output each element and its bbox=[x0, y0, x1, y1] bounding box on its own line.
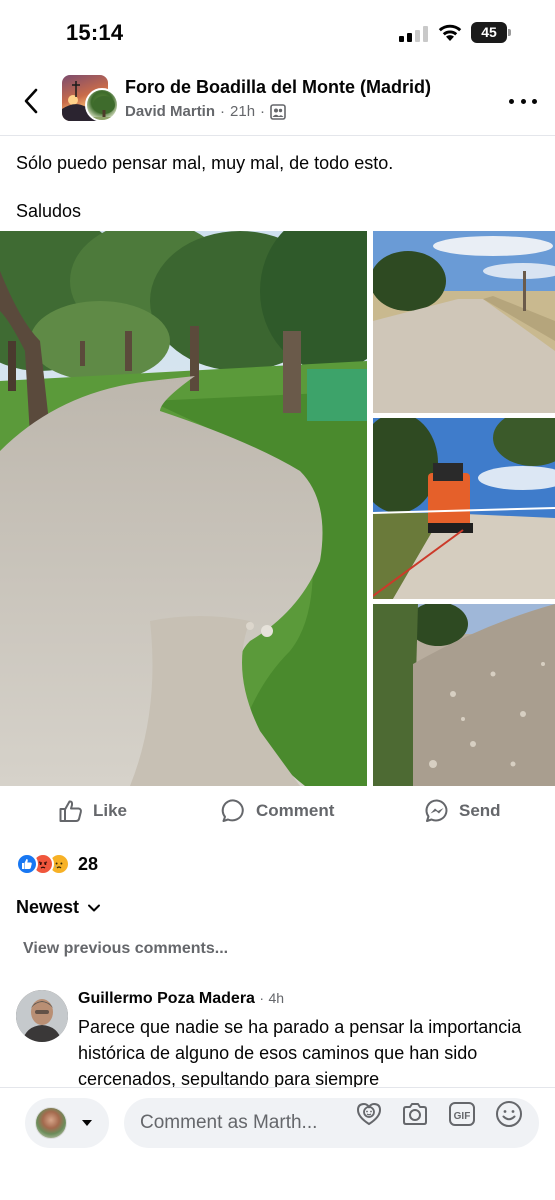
more-options-button[interactable] bbox=[509, 89, 537, 113]
more-horizontal-icon bbox=[509, 98, 514, 104]
like-button[interactable]: Like bbox=[58, 798, 127, 824]
comment-separator: · bbox=[259, 990, 265, 1006]
chevron-down-icon bbox=[88, 904, 101, 911]
post-photo-3[interactable] bbox=[373, 418, 555, 599]
view-previous-comments-link[interactable]: View previous comments... bbox=[23, 940, 228, 958]
messenger-icon bbox=[425, 799, 448, 822]
sort-label: Newest bbox=[16, 897, 80, 917]
comment-composer: Comment as Marth... GIF bbox=[0, 1088, 555, 1200]
comment-bubble-icon bbox=[221, 799, 244, 822]
post-photo-4[interactable] bbox=[373, 604, 555, 786]
chevron-left-icon bbox=[24, 88, 38, 114]
comment-button[interactable]: Comment bbox=[221, 798, 334, 824]
wifi-icon bbox=[437, 22, 463, 42]
author-avatar[interactable] bbox=[85, 88, 119, 122]
like-label: Like bbox=[93, 801, 128, 820]
my-profile-avatar bbox=[35, 1107, 67, 1139]
emoji-icon[interactable] bbox=[494, 1099, 524, 1129]
comment-sort-dropdown[interactable]: Newest bbox=[16, 897, 101, 918]
gif-icon[interactable]: GIF bbox=[447, 1099, 477, 1129]
status-time: 15:14 bbox=[66, 20, 124, 45]
reaction-count: 28 bbox=[78, 853, 99, 874]
send-button[interactable]: Send bbox=[424, 798, 501, 824]
avatar-sticker-icon[interactable] bbox=[354, 1099, 384, 1129]
post-time[interactable]: 21h bbox=[230, 103, 255, 120]
cellular-signal-icon bbox=[399, 25, 429, 42]
meta-separator-2: · bbox=[260, 103, 266, 120]
meta-separator: · bbox=[220, 103, 226, 120]
group-name[interactable]: Foro de Boadilla del Monte (Madrid) bbox=[125, 77, 431, 98]
post-author[interactable]: David Martin bbox=[125, 103, 215, 120]
post-text-line: Saludos bbox=[16, 201, 82, 221]
comment-text: Parece que nadie se ha parado a pensar l… bbox=[78, 1017, 522, 1089]
post-action-bar: Like Comment Send bbox=[0, 790, 555, 834]
post-text-line: Sólo puedo pensar mal, muy mal, de todo … bbox=[16, 153, 394, 173]
status-bar: 15:14 45 bbox=[0, 0, 555, 66]
comment-time: 4h bbox=[268, 990, 285, 1006]
send-label: Send bbox=[459, 801, 501, 820]
photo-grid bbox=[0, 231, 555, 786]
svg-text:GIF: GIF bbox=[454, 1111, 471, 1122]
like-reaction-icon bbox=[16, 853, 38, 875]
reactions-summary[interactable]: 28 bbox=[16, 851, 98, 877]
comment-as-profile-switcher[interactable] bbox=[25, 1098, 109, 1148]
caret-down-icon bbox=[82, 1120, 92, 1126]
camera-icon[interactable] bbox=[400, 1099, 430, 1129]
group-members-icon bbox=[270, 103, 286, 120]
comment-item: Guillermo Poza Madera · 4h Parece que na… bbox=[16, 987, 541, 1089]
battery-level: 45 bbox=[471, 22, 507, 43]
post-photo-2[interactable] bbox=[373, 231, 555, 413]
commenter-avatar[interactable] bbox=[16, 990, 68, 1042]
post-meta: David Martin · 21h · bbox=[125, 103, 286, 120]
commenter-name[interactable]: Guillermo Poza Madera · 4h bbox=[78, 990, 284, 1008]
thumbs-up-icon bbox=[59, 800, 82, 822]
battery-icon: 45 bbox=[471, 22, 511, 43]
post-photo-main[interactable] bbox=[0, 231, 367, 786]
post-header: Foro de Boadilla del Monte (Madrid) Davi… bbox=[0, 66, 555, 136]
comment-author[interactable]: Guillermo Poza Madera bbox=[78, 990, 255, 1007]
back-button[interactable] bbox=[14, 84, 48, 118]
comment-label: Comment bbox=[256, 801, 335, 820]
comment-input-placeholder: Comment as Marth... bbox=[140, 1112, 318, 1133]
